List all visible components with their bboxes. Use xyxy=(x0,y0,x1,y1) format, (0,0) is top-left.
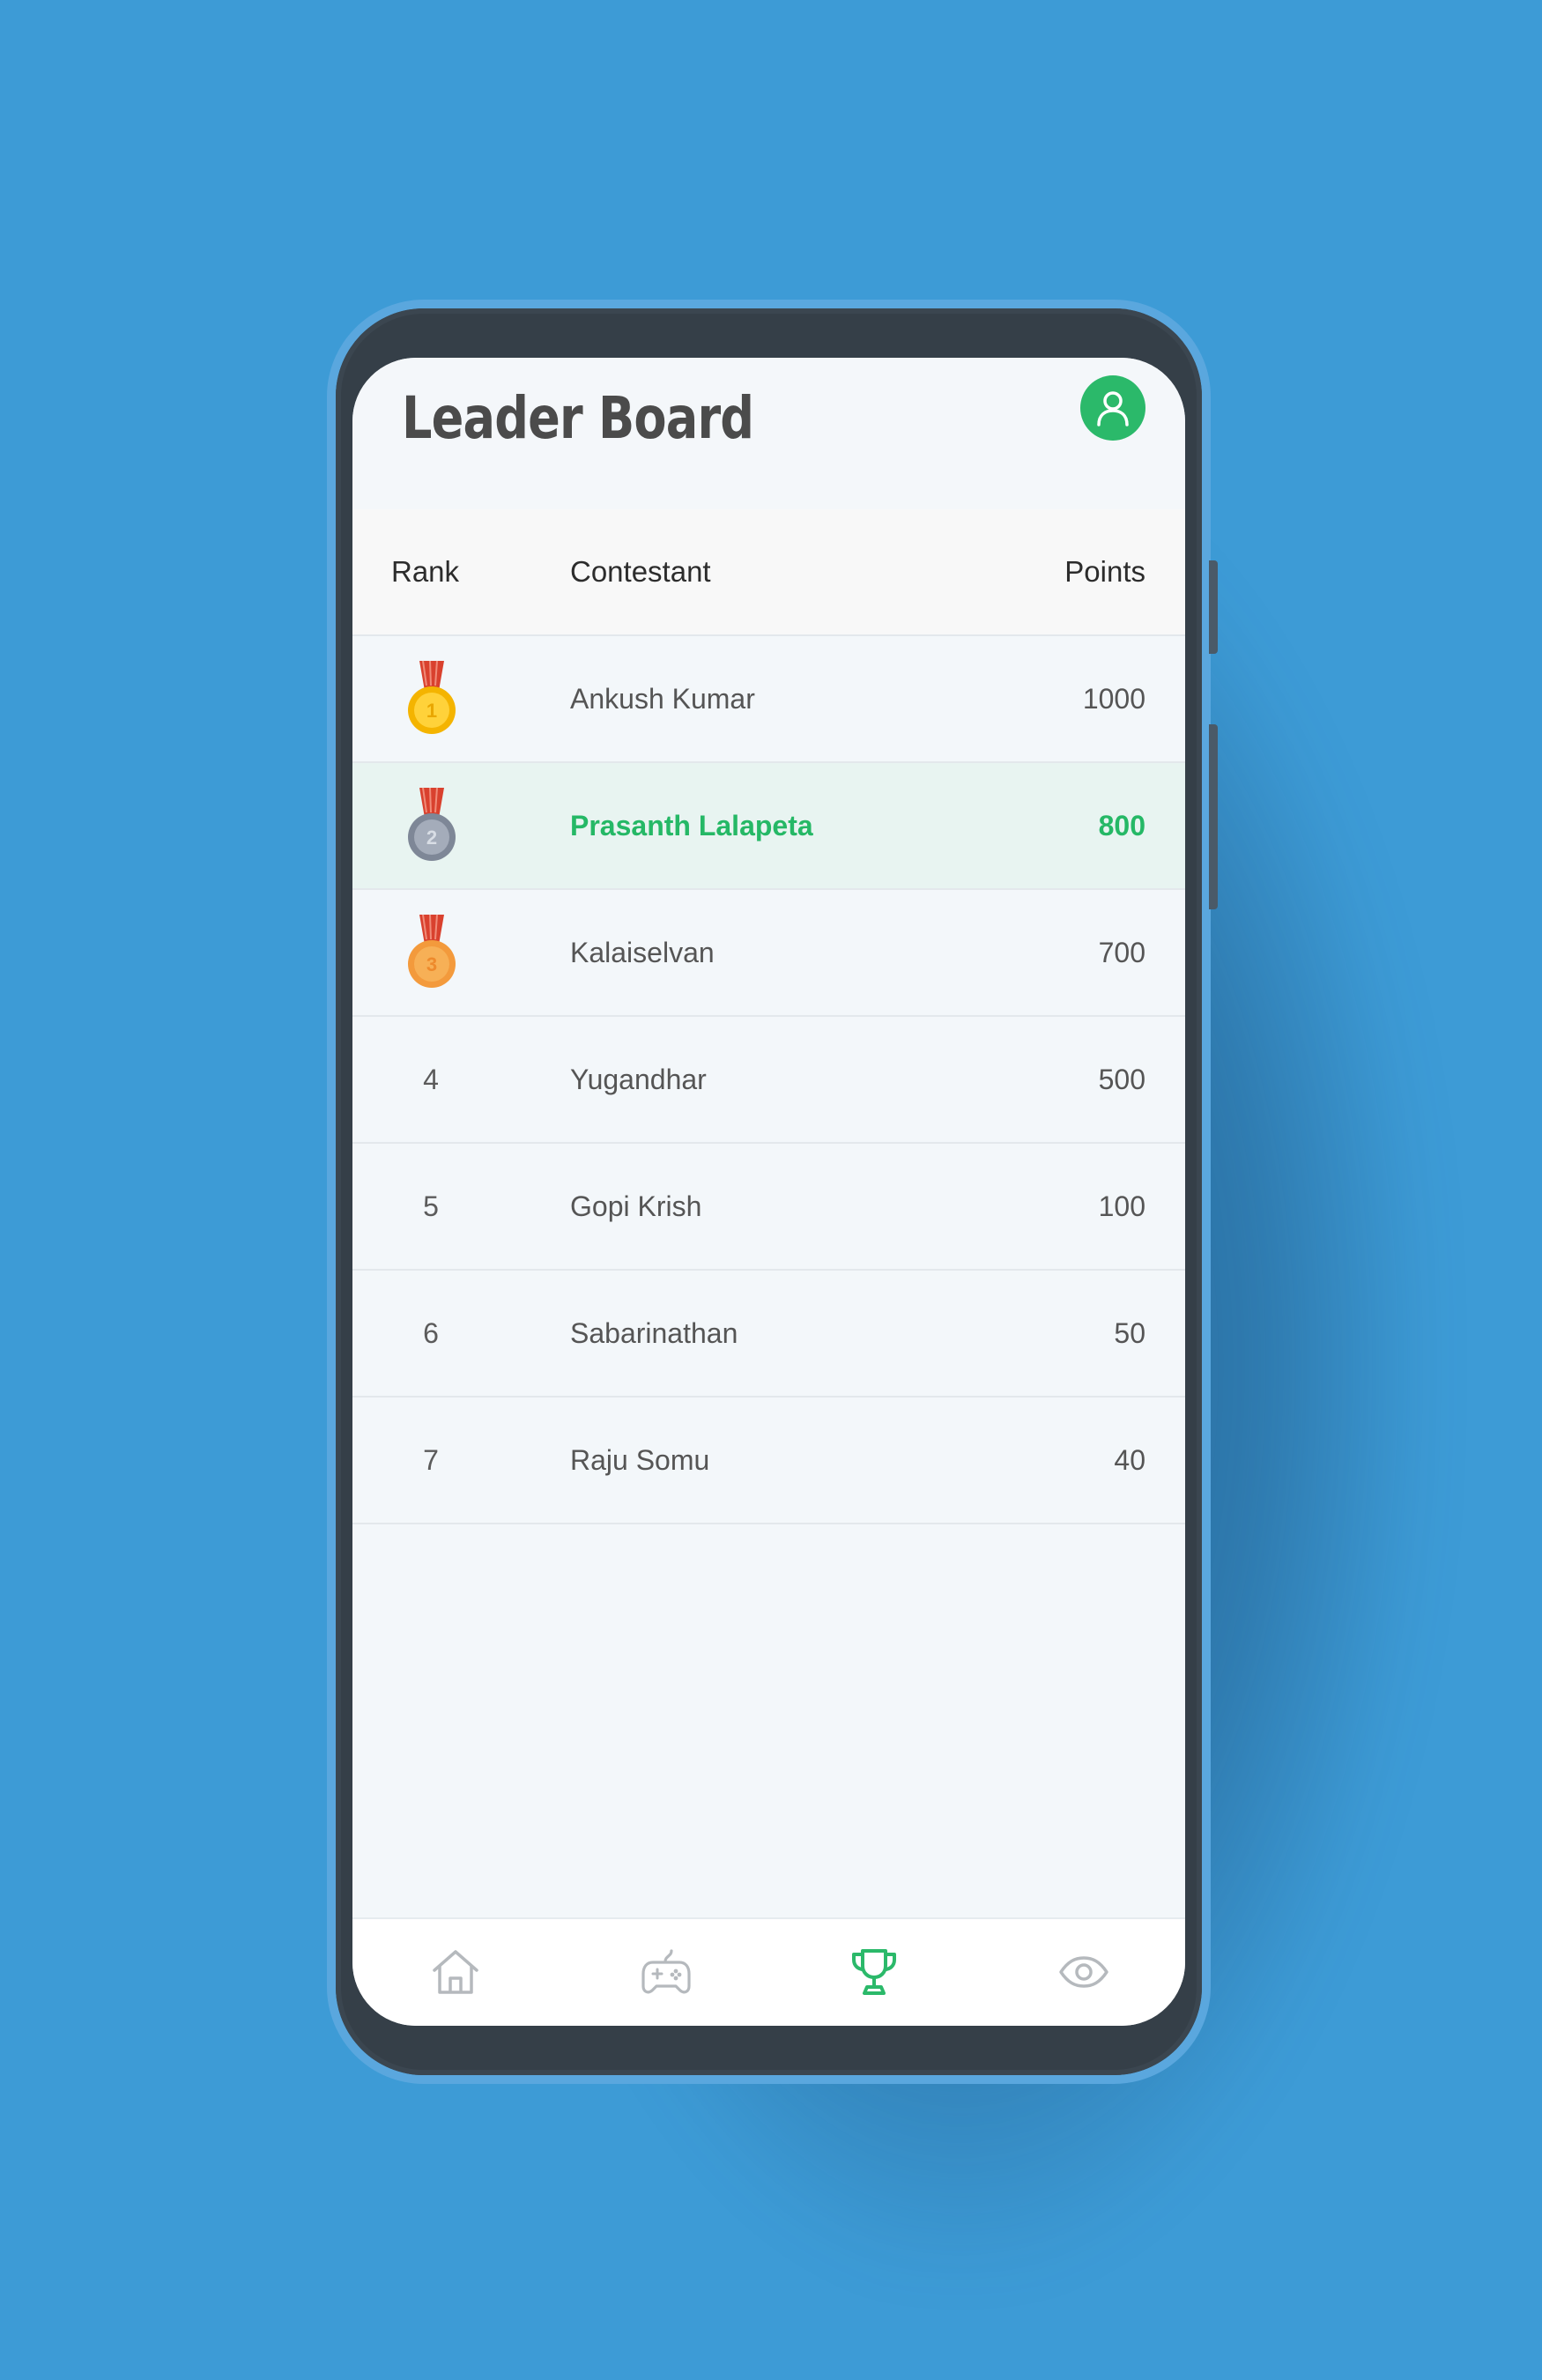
nav-games-button[interactable] xyxy=(635,1944,697,2000)
contestant-rank: 5 xyxy=(423,1190,439,1222)
app-header: Leader Board xyxy=(352,358,1185,509)
profile-button[interactable] xyxy=(1080,375,1145,441)
table-row[interactable]: 5 Gopi Krish 100 xyxy=(352,1144,1185,1271)
bottom-navigation xyxy=(352,1917,1185,2026)
leaderboard-table: Rank Contestant Points 1 Ankush Kumar 10… xyxy=(352,509,1185,1524)
phone-side-button xyxy=(1209,560,1218,654)
table-row[interactable]: 1 Ankush Kumar 1000 xyxy=(352,636,1185,763)
gamepad-icon xyxy=(641,1949,691,1994)
eye-icon xyxy=(1059,1956,1108,1988)
table-row[interactable]: 4 Yugandhar 500 xyxy=(352,1017,1185,1144)
column-header-rank: Rank xyxy=(391,555,460,588)
contestant-points: 800 xyxy=(1098,810,1145,842)
app-screen: Leader Board Rank Contestant Points 1 An… xyxy=(352,358,1185,2026)
trophy-icon xyxy=(852,1949,896,1995)
svg-text:1: 1 xyxy=(426,700,437,722)
contestant-name: Gopi Krish xyxy=(570,1190,702,1222)
svg-text:3: 3 xyxy=(426,953,437,975)
nav-watch-button[interactable] xyxy=(1053,1944,1115,2000)
phone-side-button xyxy=(1209,724,1218,909)
contestant-name: Kalaiselvan xyxy=(570,937,715,968)
contestant-points: 700 xyxy=(1098,937,1145,968)
contestant-rank: 6 xyxy=(423,1317,439,1349)
contestant-rank: 4 xyxy=(423,1064,439,1095)
table-row[interactable]: 6 Sabarinathan 50 xyxy=(352,1271,1185,1398)
bronze-medal-icon: 3 xyxy=(408,914,456,988)
scene: Leader Board Rank Contestant Points 1 An… xyxy=(0,0,1542,2380)
contestant-points: 50 xyxy=(1114,1317,1145,1349)
table-row[interactable]: 3 Kalaiselvan 700 xyxy=(352,890,1185,1017)
contestant-points: 500 xyxy=(1098,1064,1145,1095)
contestant-rank: 7 xyxy=(423,1444,439,1476)
contestant-points: 100 xyxy=(1098,1190,1145,1222)
column-header-points: Points xyxy=(1064,555,1145,588)
contestant-name: Prasanth Lalapeta xyxy=(570,810,813,842)
user-icon xyxy=(1097,391,1129,426)
column-header-contestant: Contestant xyxy=(570,555,711,588)
svg-text:2: 2 xyxy=(426,827,437,849)
gold-medal-icon: 1 xyxy=(408,660,456,734)
contestant-points: 40 xyxy=(1114,1444,1145,1476)
home-icon xyxy=(433,1950,478,1994)
page-title: Leader Board xyxy=(402,384,754,452)
nav-leaderboard-button[interactable] xyxy=(843,1944,905,2000)
table-row-current-user[interactable]: 2 Prasanth Lalapeta 800 xyxy=(352,763,1185,890)
table-header: Rank Contestant Points xyxy=(352,509,1185,636)
silver-medal-icon: 2 xyxy=(408,787,456,861)
contestant-name: Raju Somu xyxy=(570,1444,710,1476)
contestant-name: Sabarinathan xyxy=(570,1317,738,1349)
contestant-name: Ankush Kumar xyxy=(570,683,755,715)
contestant-name: Yugandhar xyxy=(570,1064,707,1095)
nav-home-button[interactable] xyxy=(425,1944,486,2000)
contestant-points: 1000 xyxy=(1082,683,1145,715)
table-row[interactable]: 7 Raju Somu 40 xyxy=(352,1398,1185,1524)
